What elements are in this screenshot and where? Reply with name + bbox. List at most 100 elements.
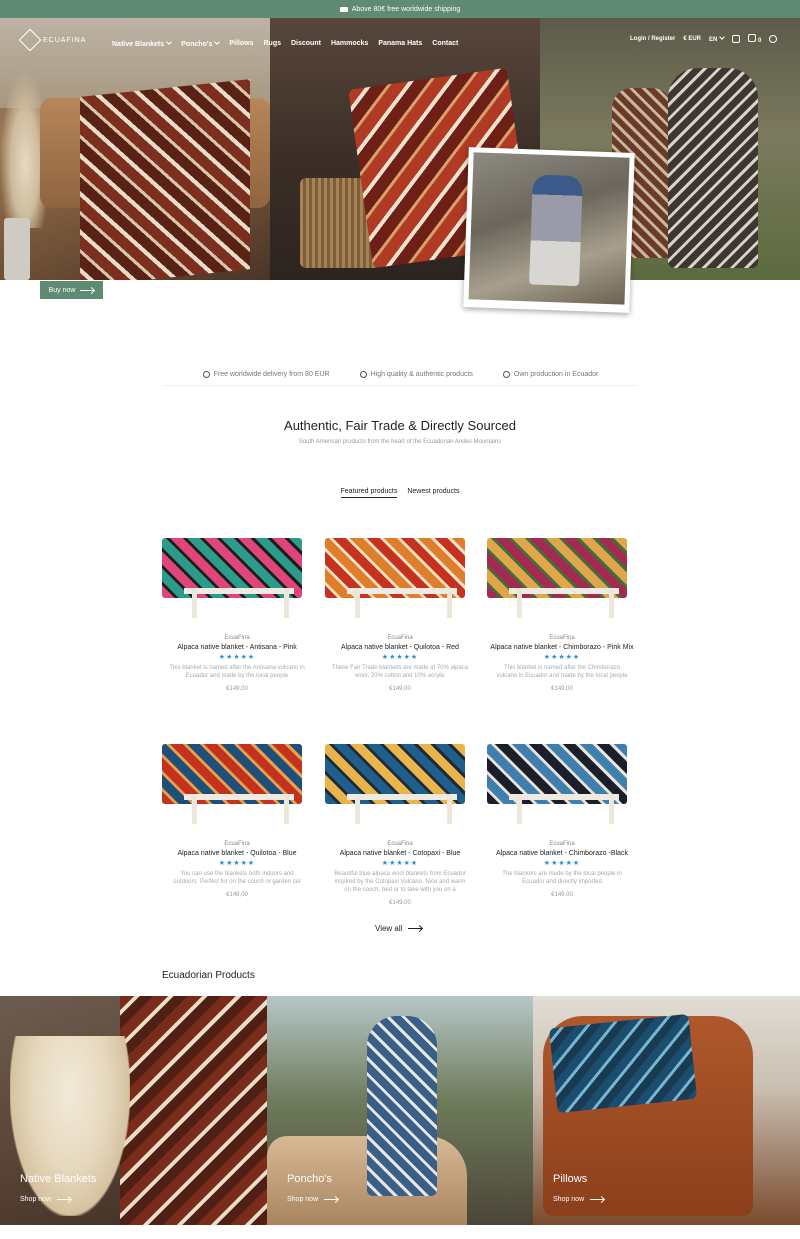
- announcement-bar: Above 80€ free worldwide shipping: [0, 0, 800, 18]
- arrow-right-icon: [590, 1199, 605, 1200]
- arrow-right-icon: [408, 928, 423, 929]
- product-card[interactable]: EcuaFina Alpaca native blanket - Antisana…: [162, 538, 312, 692]
- arrow-right-icon: [324, 1199, 339, 1200]
- nav-menu: Native Blankets Poncho's Pillows Rugs Di…: [112, 39, 458, 48]
- feature-quality: High quality & authentic products: [359, 364, 473, 385]
- product-brand: EcuaFina: [549, 841, 575, 847]
- arrow-right-icon: [80, 289, 95, 291]
- product-price: €149,00: [226, 892, 248, 898]
- buy-now-button[interactable]: Buy now: [40, 281, 103, 299]
- product-description: This blanket is named after the Chimbora…: [496, 665, 628, 679]
- shop-now-link[interactable]: Shop now: [553, 1196, 605, 1203]
- category-tile-native-blankets[interactable]: Native Blankets Shop now: [0, 996, 267, 1225]
- nav-item-discount[interactable]: Discount: [291, 40, 321, 48]
- features-bar: Free worldwide delivery from 80 EUR High…: [163, 364, 638, 386]
- cart-count: 0: [758, 38, 762, 44]
- currency-selector[interactable]: € EUR: [683, 36, 701, 42]
- view-all-link[interactable]: View all: [375, 924, 423, 933]
- nav-item-rugs[interactable]: Rugs: [264, 40, 282, 48]
- logo[interactable]: ECUAFINA: [18, 28, 87, 52]
- ecuadorian-products-title: Ecuadorian Products: [162, 970, 255, 981]
- feature-production: Own production in Ecuador: [502, 364, 598, 385]
- product-description: These Fair Trade blankets are made of 70…: [331, 665, 469, 679]
- announcement-text: Above 80€ free worldwide shipping: [351, 5, 461, 13]
- section-subtitle: South American products from the heart o…: [298, 439, 502, 445]
- location-pin-icon: [359, 371, 367, 378]
- product-name[interactable]: Alpaca native blanket - Chimborazo - Pin…: [487, 644, 637, 651]
- product-image[interactable]: [162, 538, 312, 623]
- header-actions: Login / Register € EUR EN 0: [630, 34, 778, 44]
- product-rating-stars: ★★★★★: [381, 860, 419, 867]
- product-name[interactable]: Alpaca native blanket - Quilotoa - Red: [325, 644, 475, 651]
- category-label: Poncho's: [287, 1173, 332, 1185]
- product-brand: EcuaFina: [387, 841, 413, 847]
- search-icon[interactable]: [769, 35, 778, 43]
- hero-polaroid-weaver: [463, 147, 635, 313]
- product-brand: EcuaFina: [549, 635, 575, 641]
- logo-text: ECUAFINA: [43, 36, 87, 44]
- truck-icon: [339, 6, 348, 12]
- nav-item-ponchos[interactable]: Poncho's: [181, 39, 221, 48]
- product-image[interactable]: [487, 744, 637, 829]
- product-price: €149,00: [551, 892, 573, 898]
- product-card[interactable]: EcuaFina Alpaca native blanket - Quilotoa…: [325, 538, 475, 692]
- category-tile-ponchos[interactable]: Poncho's Shop now: [267, 996, 533, 1225]
- tab-featured-products[interactable]: Featured products: [340, 488, 398, 498]
- product-name[interactable]: Alpaca native blanket - Chimborazo -Blac…: [487, 850, 637, 857]
- chevron-down-icon: [166, 39, 172, 45]
- section-title: Authentic, Fair Trade & Directly Sourced: [284, 418, 516, 433]
- product-image[interactable]: [325, 538, 475, 623]
- product-rating-stars: ★★★★★: [218, 860, 256, 867]
- tab-newest-products[interactable]: Newest products: [407, 488, 459, 498]
- nav-item-pillows[interactable]: Pillows: [229, 40, 253, 48]
- login-register-link[interactable]: Login / Register: [630, 36, 675, 42]
- product-price: €149,00: [551, 686, 573, 692]
- nav-item-contact[interactable]: Contact: [432, 40, 458, 48]
- product-image[interactable]: [162, 744, 312, 829]
- product-image[interactable]: [487, 538, 637, 623]
- cart-icon: [748, 34, 757, 42]
- category-label: Native Blankets: [20, 1173, 97, 1185]
- product-description: This blanket is named after the Antisana…: [169, 665, 305, 679]
- main-nav: ECUAFINA Native Blankets Poncho's Pillow…: [0, 18, 800, 68]
- product-price: €149,00: [389, 900, 411, 906]
- product-name[interactable]: Alpaca native blanket - Quilotoa - Blue: [162, 850, 312, 857]
- product-card[interactable]: EcuaFina Alpaca native blanket - Chimbora…: [487, 538, 637, 692]
- nav-item-hammocks[interactable]: Hammocks: [331, 40, 368, 48]
- product-description: You can use the blankets both indoors an…: [173, 871, 301, 885]
- product-description: Beautiful blue alpaca wool blankets from…: [334, 871, 466, 893]
- category-label: Pillows: [553, 1173, 588, 1185]
- product-rating-stars: ★★★★★: [543, 654, 581, 661]
- chevron-down-icon: [719, 34, 726, 40]
- product-price: €149,00: [226, 686, 248, 692]
- chevron-down-icon: [214, 39, 221, 45]
- arrow-right-icon: [57, 1199, 72, 1200]
- product-card[interactable]: EcuaFina Alpaca native blanket - Chimbora…: [487, 744, 637, 898]
- box-icon: [202, 371, 210, 378]
- product-rating-stars: ★★★★★: [543, 860, 581, 867]
- shop-now-link[interactable]: Shop now: [287, 1196, 339, 1203]
- product-brand: EcuaFina: [387, 635, 413, 641]
- product-name[interactable]: Alpaca native blanket - Cotopaxi - Blue: [325, 850, 475, 857]
- feature-delivery: Free worldwide delivery from 80 EUR: [202, 364, 330, 385]
- shop-now-link[interactable]: Shop now: [20, 1196, 72, 1203]
- category-tile-pillows[interactable]: Pillows Shop now: [533, 996, 800, 1225]
- product-card[interactable]: EcuaFina Alpaca native blanket - Cotopaxi…: [325, 744, 475, 906]
- nav-item-native-blankets[interactable]: Native Blankets: [112, 39, 172, 48]
- leaf-icon: [502, 371, 510, 378]
- product-tabs: Featured products Newest products: [0, 488, 800, 498]
- product-image[interactable]: [325, 744, 475, 829]
- product-rating-stars: ★★★★★: [218, 654, 256, 661]
- product-rating-stars: ★★★★★: [381, 654, 419, 661]
- compare-icon[interactable]: [732, 35, 741, 43]
- cart-button[interactable]: 0: [748, 34, 761, 44]
- product-brand: EcuaFina: [224, 635, 250, 641]
- language-selector[interactable]: EN: [709, 34, 726, 43]
- product-price: €149,00: [389, 686, 411, 692]
- product-name[interactable]: Alpaca native blanket - Antisana - Pink: [162, 644, 312, 651]
- nav-item-panama-hats[interactable]: Panama Hats: [378, 40, 422, 48]
- product-card[interactable]: EcuaFina Alpaca native blanket - Quilotoa…: [162, 744, 312, 898]
- product-description: The blankets are made by the local peopl…: [502, 871, 622, 885]
- logo-mark-icon: [18, 28, 42, 52]
- product-brand: EcuaFina: [224, 841, 250, 847]
